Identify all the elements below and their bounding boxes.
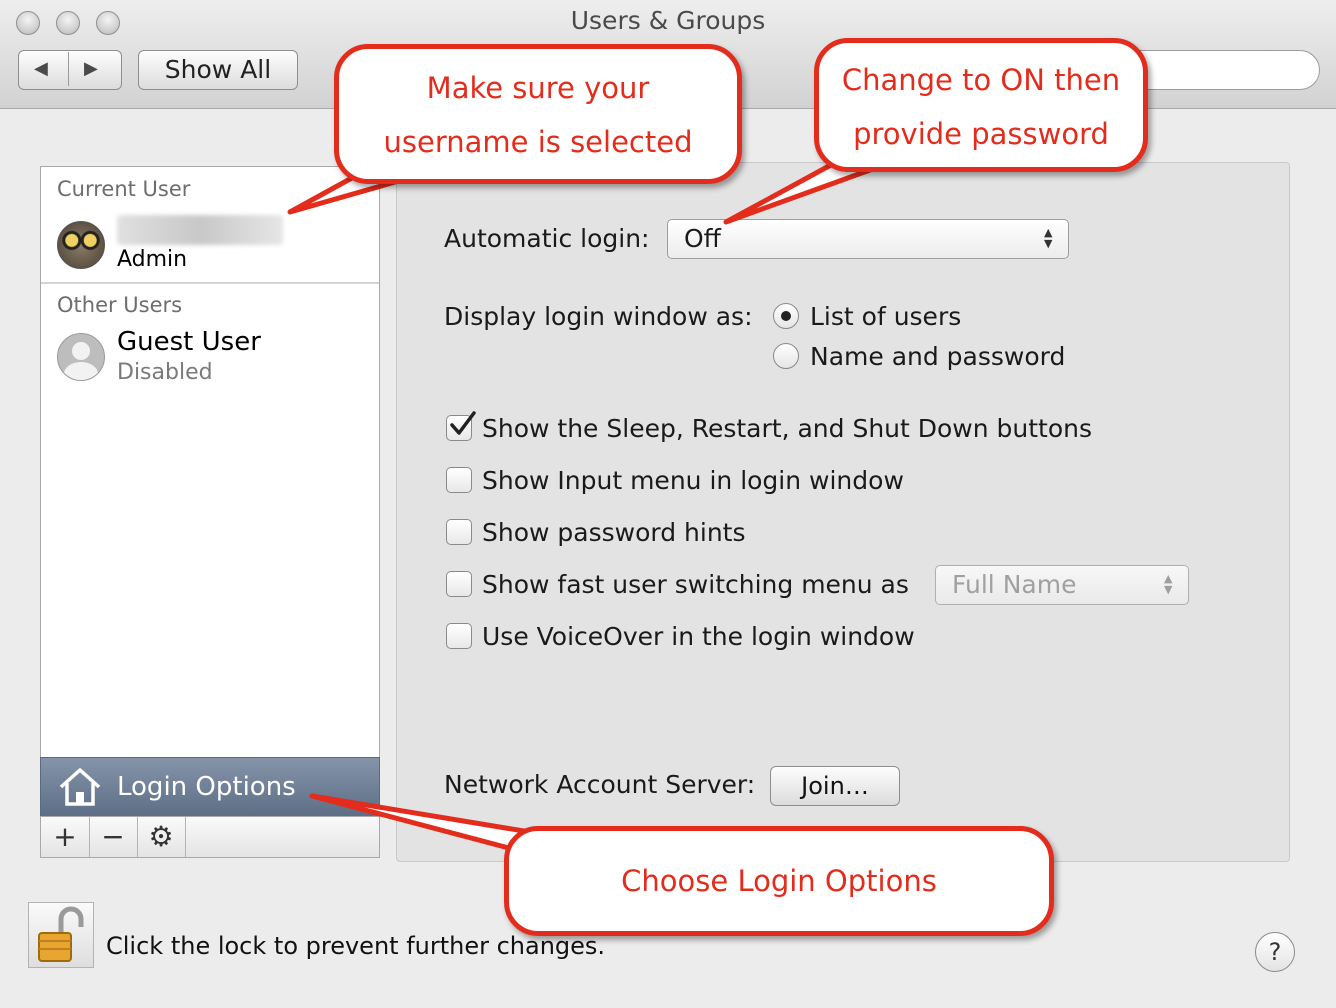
- login-options-callout: Choose Login Options: [504, 826, 1054, 936]
- password-callout-line2: provide password: [853, 117, 1109, 151]
- username-callout-line1: Make sure your: [426, 71, 650, 105]
- username-callout: Make sure your username is selected: [334, 44, 742, 184]
- username-callout-line2: username is selected: [383, 125, 693, 159]
- login-options-callout-pointer: [309, 793, 533, 855]
- password-callout: Change to ON then provide password: [814, 38, 1148, 172]
- password-callout-line1: Change to ON then: [841, 63, 1121, 97]
